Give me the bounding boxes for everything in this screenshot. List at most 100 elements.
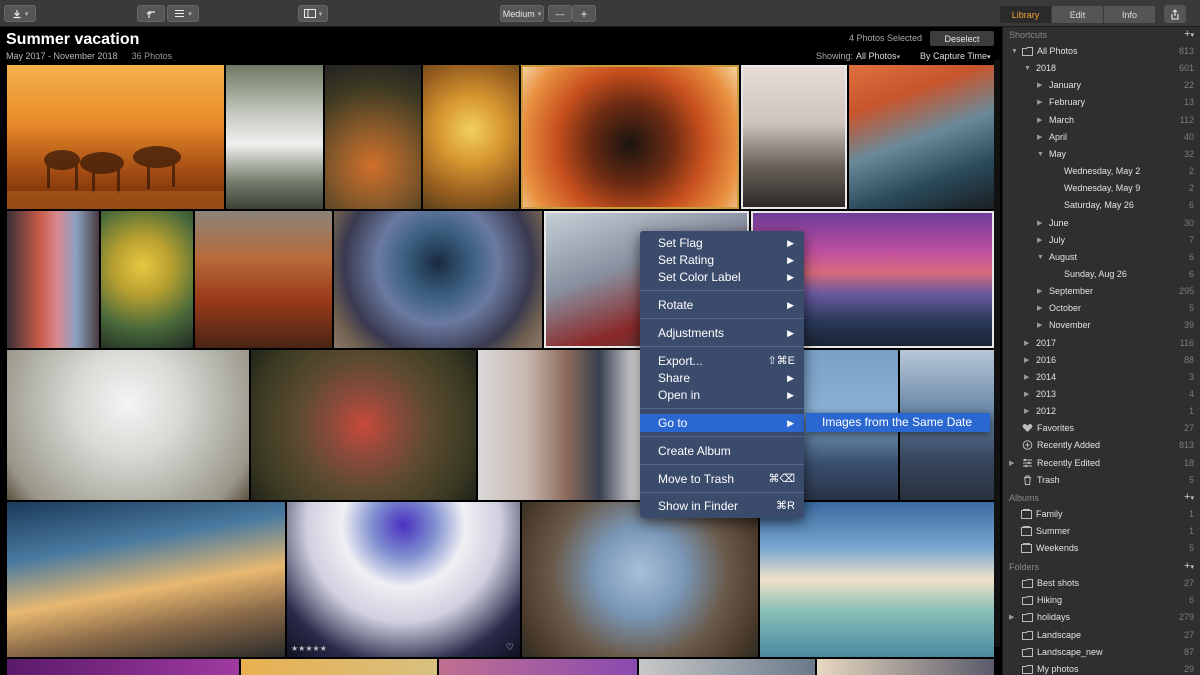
photo-thumbnail-selected[interactable] <box>521 65 739 209</box>
grid-scrollbar[interactable] <box>994 60 1000 647</box>
zoom-in-button[interactable]: + <box>572 5 596 22</box>
rotate-button[interactable] <box>137 5 165 22</box>
menu-item-set-color-label[interactable]: Set Color Label ▶ <box>640 269 804 286</box>
sidebar-item-album-summer[interactable]: Summer 1 <box>1003 523 1200 540</box>
sidebar-item-day-may-2[interactable]: Wednesday, May 2 2 <box>1003 163 1200 180</box>
disclosure-triangle-icon[interactable]: ▼ <box>1037 249 1044 266</box>
sidebar-item-year-2017[interactable]: ▶ 2017 116 <box>1003 335 1200 352</box>
heart-icon[interactable]: ♡ <box>506 642 514 653</box>
menu-item-export[interactable]: Export... ⇧⌘E <box>640 353 804 370</box>
sidebar-item-all-photos[interactable]: ▼ All Photos 813 <box>1003 43 1200 60</box>
sidebar-item-recently-added[interactable]: Recently Added 813 <box>1003 437 1200 454</box>
sort-menu-button[interactable]: ▾ <box>167 5 199 22</box>
menu-item-move-to-trash[interactable]: Move to Trash ⌘⌫ <box>640 471 804 488</box>
disclosure-triangle-icon[interactable]: ▶ <box>1009 609 1014 626</box>
photo-thumbnail[interactable] <box>7 350 249 500</box>
sidebar-item-year-2012[interactable]: ▶ 2012 1 <box>1003 403 1200 420</box>
zoom-out-button[interactable]: — <box>548 5 572 22</box>
showing-filter[interactable]: Showing: All Photos▾ <box>816 51 900 61</box>
sidebar-item-month-june[interactable]: ▶ June 30 <box>1003 215 1200 232</box>
sidebar-item-month-may[interactable]: ▼ May 32 <box>1003 146 1200 163</box>
photo-thumbnail[interactable] <box>7 211 99 348</box>
disclosure-triangle-icon[interactable]: ▶ <box>1037 300 1042 317</box>
photo-thumbnail[interactable] <box>226 65 323 209</box>
sidebar-item-month-february[interactable]: ▶ February 13 <box>1003 94 1200 111</box>
photo-thumbnail[interactable]: ★★★★★ ♡ <box>287 502 520 657</box>
sidebar-item-album-weekends[interactable]: Weekends 5 <box>1003 540 1200 557</box>
menu-item-set-flag[interactable]: Set Flag ▶ <box>640 235 804 252</box>
sidebar-item-day-may-26[interactable]: Saturday, May 26 6 <box>1003 197 1200 214</box>
disclosure-triangle-icon[interactable]: ▶ <box>1024 369 1029 386</box>
sidebar-item-month-april[interactable]: ▶ April 40 <box>1003 129 1200 146</box>
sidebar-item-favorites[interactable]: Favorites 27 <box>1003 420 1200 437</box>
disclosure-triangle-icon[interactable]: ▶ <box>1037 215 1042 232</box>
disclosure-triangle-icon[interactable]: ▶ <box>1037 317 1042 334</box>
tab-library[interactable]: Library <box>1000 6 1052 23</box>
photo-thumbnail[interactable] <box>849 65 994 209</box>
sidebar-item-month-july[interactable]: ▶ July 7 <box>1003 232 1200 249</box>
photo-thumbnail[interactable] <box>334 211 542 348</box>
disclosure-triangle-icon[interactable]: ▶ <box>1037 232 1042 249</box>
sidebar-item-album-family[interactable]: Family 1 <box>1003 506 1200 523</box>
menu-item-go-to[interactable]: Go to ▶ <box>640 414 804 432</box>
sidebar-item-folder-my-photos[interactable]: My photos 29 <box>1003 661 1200 675</box>
sidebar-item-month-august[interactable]: ▼ August 6 <box>1003 249 1200 266</box>
import-button[interactable]: ▾ <box>4 5 36 22</box>
menu-item-share[interactable]: Share ▶ <box>640 370 804 387</box>
disclosure-triangle-icon[interactable]: ▶ <box>1037 77 1042 94</box>
add-shortcut-button[interactable]: +▾ <box>1184 28 1194 40</box>
sidebar-item-year-2018[interactable]: ▼ 2018 601 <box>1003 60 1200 77</box>
photo-thumbnail[interactable] <box>7 502 285 657</box>
add-folder-button[interactable]: +▾ <box>1184 560 1194 572</box>
sidebar-item-trash[interactable]: Trash 5 <box>1003 472 1200 489</box>
tab-edit[interactable]: Edit <box>1052 6 1104 23</box>
sidebar-item-month-september[interactable]: ▶ September 295 <box>1003 283 1200 300</box>
photo-thumbnail[interactable] <box>817 659 994 675</box>
add-album-button[interactable]: +▾ <box>1184 491 1194 503</box>
sidebar-item-folder-landscape-new[interactable]: Landscape_new 87 <box>1003 644 1200 661</box>
sidebar-item-folder-landscape[interactable]: Landscape 27 <box>1003 627 1200 644</box>
sidebar-item-folder-hiking[interactable]: Hiking 6 <box>1003 592 1200 609</box>
sort-select[interactable]: By Capture Time▾ <box>920 51 991 61</box>
menu-item-open-in[interactable]: Open in ▶ <box>640 387 804 404</box>
disclosure-triangle-icon[interactable]: ▶ <box>1009 455 1014 472</box>
photo-thumbnail[interactable] <box>251 350 476 500</box>
photo-thumbnail[interactable] <box>760 502 994 657</box>
photo-thumbnail[interactable] <box>325 65 421 209</box>
tab-info[interactable]: Info <box>1104 6 1156 23</box>
sidebar-item-recently-edited[interactable]: ▶ Recently Edited 18 <box>1003 455 1200 472</box>
sidebar-item-year-2014[interactable]: ▶ 2014 3 <box>1003 369 1200 386</box>
disclosure-triangle-icon[interactable]: ▶ <box>1024 386 1029 403</box>
photo-thumbnail[interactable] <box>7 659 239 675</box>
menu-item-show-in-finder[interactable]: Show in Finder ⌘R <box>640 498 804 515</box>
rating-stars[interactable]: ★★★★★ <box>291 644 327 653</box>
photo-thumbnail[interactable] <box>195 211 332 348</box>
menu-item-create-album[interactable]: Create Album <box>640 443 804 460</box>
disclosure-triangle-icon[interactable]: ▼ <box>1037 146 1044 163</box>
menu-item-adjustments[interactable]: Adjustments ▶ <box>640 325 804 342</box>
sidebar-item-year-2016[interactable]: ▶ 2016 88 <box>1003 352 1200 369</box>
sidebar-item-month-march[interactable]: ▶ March 112 <box>1003 112 1200 129</box>
sidebar-item-folder-holidays[interactable]: ▶ holidays 279 <box>1003 609 1200 626</box>
menu-item-rotate[interactable]: Rotate ▶ <box>640 297 804 314</box>
disclosure-triangle-icon[interactable]: ▶ <box>1024 335 1029 352</box>
deselect-button[interactable]: Deselect <box>930 31 994 46</box>
share-button[interactable] <box>1164 5 1186 23</box>
photo-thumbnail[interactable] <box>7 65 224 209</box>
menu-item-set-rating[interactable]: Set Rating ▶ <box>640 252 804 269</box>
panel-toggle-button[interactable]: ▾ <box>298 5 328 22</box>
photo-thumbnail[interactable] <box>439 659 637 675</box>
sidebar-item-month-november[interactable]: ▶ November 39 <box>1003 317 1200 334</box>
disclosure-triangle-icon[interactable]: ▶ <box>1037 283 1042 300</box>
disclosure-triangle-icon[interactable]: ▶ <box>1024 352 1029 369</box>
photo-thumbnail[interactable] <box>423 65 519 209</box>
sidebar-item-month-january[interactable]: ▶ January 22 <box>1003 77 1200 94</box>
disclosure-triangle-icon[interactable]: ▼ <box>1011 43 1018 60</box>
photo-thumbnail[interactable] <box>639 659 815 675</box>
sidebar-item-year-2013[interactable]: ▶ 2013 4 <box>1003 386 1200 403</box>
photo-thumbnail[interactable] <box>101 211 193 348</box>
sidebar-item-month-october[interactable]: ▶ October 5 <box>1003 300 1200 317</box>
sidebar-item-day-aug-26[interactable]: Sunday, Aug 26 6 <box>1003 266 1200 283</box>
disclosure-triangle-icon[interactable]: ▼ <box>1024 60 1031 77</box>
sidebar-item-day-may-9[interactable]: Wednesday, May 9 2 <box>1003 180 1200 197</box>
